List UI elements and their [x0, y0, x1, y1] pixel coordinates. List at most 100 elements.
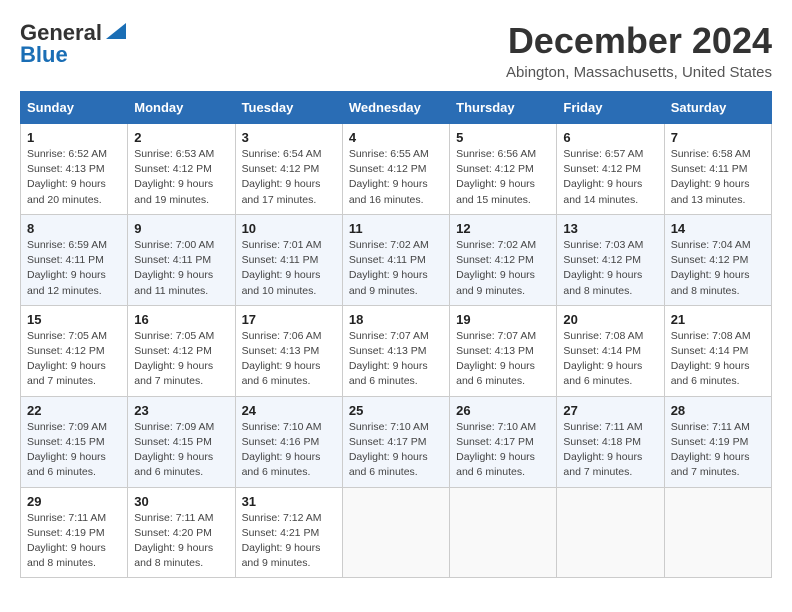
day-info: Sunrise: 6:54 AMSunset: 4:12 PMDaylight:… [242, 147, 336, 208]
week-row-2: 8 Sunrise: 6:59 AMSunset: 4:11 PMDaylight… [21, 214, 772, 305]
day-info: Sunrise: 6:58 AMSunset: 4:11 PMDaylight:… [671, 147, 765, 208]
day-info: Sunrise: 7:03 AMSunset: 4:12 PMDaylight:… [563, 238, 657, 299]
table-cell: 4Sunrise: 6:55 AMSunset: 4:12 PMDaylight… [342, 124, 449, 215]
day-number: 8 [27, 221, 121, 236]
day-number: 28 [671, 403, 765, 418]
day-number: 9 [134, 221, 228, 236]
day-number: 26 [456, 403, 550, 418]
day-info: Sunrise: 6:59 AMSunset: 4:11 PMDaylight:… [27, 238, 121, 299]
table-cell: 31 Sunrise: 7:12 AMSunset: 4:21 PMDayligh… [235, 487, 342, 578]
calendar-subtitle: Abington, Massachusetts, United States [506, 64, 772, 81]
day-number: 24 [242, 403, 336, 418]
week-row-3: 15 Sunrise: 7:05 AMSunset: 4:12 PMDayligh… [21, 305, 772, 396]
day-number: 10 [242, 221, 336, 236]
day-number: 25 [349, 403, 443, 418]
table-cell: 23Sunrise: 7:09 AMSunset: 4:15 PMDayligh… [128, 396, 235, 487]
week-row-4: 22Sunrise: 7:09 AMSunset: 4:15 PMDayligh… [21, 396, 772, 487]
day-info: Sunrise: 6:53 AMSunset: 4:12 PMDaylight:… [134, 147, 228, 208]
day-number: 16 [134, 312, 228, 327]
day-info: Sunrise: 7:01 AMSunset: 4:11 PMDaylight:… [242, 238, 336, 299]
day-info: Sunrise: 6:56 AMSunset: 4:12 PMDaylight:… [456, 147, 550, 208]
col-saturday: Saturday [664, 92, 771, 124]
logo: General Blue [20, 20, 126, 68]
day-number: 12 [456, 221, 550, 236]
table-cell: 7 Sunrise: 6:58 AMSunset: 4:11 PMDaylight… [664, 124, 771, 215]
table-cell: 30 Sunrise: 7:11 AMSunset: 4:20 PMDayligh… [128, 487, 235, 578]
day-info: Sunrise: 7:08 AMSunset: 4:14 PMDaylight:… [671, 329, 765, 390]
table-cell: 26Sunrise: 7:10 AMSunset: 4:17 PMDayligh… [450, 396, 557, 487]
day-info: Sunrise: 6:57 AMSunset: 4:12 PMDaylight:… [563, 147, 657, 208]
col-wednesday: Wednesday [342, 92, 449, 124]
day-number: 7 [671, 130, 765, 145]
day-info: Sunrise: 7:04 AMSunset: 4:12 PMDaylight:… [671, 238, 765, 299]
day-info: Sunrise: 7:05 AMSunset: 4:12 PMDaylight:… [27, 329, 121, 390]
day-number: 14 [671, 221, 765, 236]
table-cell: 29Sunrise: 7:11 AMSunset: 4:19 PMDayligh… [21, 487, 128, 578]
col-friday: Friday [557, 92, 664, 124]
table-cell [342, 487, 449, 578]
calendar-table: Sunday Monday Tuesday Wednesday Thursday… [20, 91, 772, 578]
table-cell: 24 Sunrise: 7:10 AMSunset: 4:16 PMDayligh… [235, 396, 342, 487]
table-cell: 12 Sunrise: 7:02 AMSunset: 4:12 PMDayligh… [450, 214, 557, 305]
week-row-1: 1 Sunrise: 6:52 AMSunset: 4:13 PMDaylight… [21, 124, 772, 215]
day-number: 17 [242, 312, 336, 327]
day-number: 5 [456, 130, 550, 145]
table-cell: 6Sunrise: 6:57 AMSunset: 4:12 PMDaylight… [557, 124, 664, 215]
day-number: 19 [456, 312, 550, 327]
table-cell: 18Sunrise: 7:07 AMSunset: 4:13 PMDayligh… [342, 305, 449, 396]
table-cell: 19Sunrise: 7:07 AMSunset: 4:13 PMDayligh… [450, 305, 557, 396]
day-number: 20 [563, 312, 657, 327]
table-cell: 17Sunrise: 7:06 AMSunset: 4:13 PMDayligh… [235, 305, 342, 396]
logo-icon [106, 23, 126, 39]
day-number: 23 [134, 403, 228, 418]
day-number: 2 [134, 130, 228, 145]
logo-blue: Blue [20, 42, 68, 68]
day-info: Sunrise: 7:05 AMSunset: 4:12 PMDaylight:… [134, 329, 228, 390]
day-info: Sunrise: 7:11 AMSunset: 4:20 PMDaylight:… [134, 511, 228, 572]
title-area: December 2024 Abington, Massachusetts, U… [506, 20, 772, 81]
table-cell: 21 Sunrise: 7:08 AMSunset: 4:14 PMDayligh… [664, 305, 771, 396]
day-number: 30 [134, 494, 228, 509]
col-sunday: Sunday [21, 92, 128, 124]
day-number: 27 [563, 403, 657, 418]
day-info: Sunrise: 6:55 AMSunset: 4:12 PMDaylight:… [349, 147, 443, 208]
table-cell: 13 Sunrise: 7:03 AMSunset: 4:12 PMDayligh… [557, 214, 664, 305]
day-info: Sunrise: 7:00 AMSunset: 4:11 PMDaylight:… [134, 238, 228, 299]
week-row-5: 29Sunrise: 7:11 AMSunset: 4:19 PMDayligh… [21, 487, 772, 578]
day-info: Sunrise: 7:02 AMSunset: 4:11 PMDaylight:… [349, 238, 443, 299]
table-cell: 5 Sunrise: 6:56 AMSunset: 4:12 PMDaylight… [450, 124, 557, 215]
table-cell: 22Sunrise: 7:09 AMSunset: 4:15 PMDayligh… [21, 396, 128, 487]
day-info: Sunrise: 6:52 AMSunset: 4:13 PMDaylight:… [27, 147, 121, 208]
table-cell: 11 Sunrise: 7:02 AMSunset: 4:11 PMDayligh… [342, 214, 449, 305]
table-cell: 9 Sunrise: 7:00 AMSunset: 4:11 PMDaylight… [128, 214, 235, 305]
table-cell: 15 Sunrise: 7:05 AMSunset: 4:12 PMDayligh… [21, 305, 128, 396]
day-info: Sunrise: 7:10 AMSunset: 4:17 PMDaylight:… [349, 420, 443, 481]
page-header: General Blue December 2024 Abington, Mas… [20, 20, 772, 81]
col-tuesday: Tuesday [235, 92, 342, 124]
table-cell: 14 Sunrise: 7:04 AMSunset: 4:12 PMDayligh… [664, 214, 771, 305]
table-cell: 20Sunrise: 7:08 AMSunset: 4:14 PMDayligh… [557, 305, 664, 396]
table-cell [450, 487, 557, 578]
table-cell: 27 Sunrise: 7:11 AMSunset: 4:18 PMDayligh… [557, 396, 664, 487]
col-monday: Monday [128, 92, 235, 124]
calendar-title: December 2024 [506, 20, 772, 62]
day-number: 31 [242, 494, 336, 509]
table-cell: 28Sunrise: 7:11 AMSunset: 4:19 PMDayligh… [664, 396, 771, 487]
day-info: Sunrise: 7:10 AMSunset: 4:16 PMDaylight:… [242, 420, 336, 481]
day-info: Sunrise: 7:12 AMSunset: 4:21 PMDaylight:… [242, 511, 336, 572]
day-info: Sunrise: 7:11 AMSunset: 4:18 PMDaylight:… [563, 420, 657, 481]
table-cell: 3 Sunrise: 6:54 AMSunset: 4:12 PMDaylight… [235, 124, 342, 215]
day-number: 21 [671, 312, 765, 327]
day-number: 11 [349, 221, 443, 236]
day-number: 1 [27, 130, 121, 145]
day-info: Sunrise: 7:02 AMSunset: 4:12 PMDaylight:… [456, 238, 550, 299]
day-number: 15 [27, 312, 121, 327]
day-number: 3 [242, 130, 336, 145]
day-info: Sunrise: 7:07 AMSunset: 4:13 PMDaylight:… [349, 329, 443, 390]
table-cell: 16 Sunrise: 7:05 AMSunset: 4:12 PMDayligh… [128, 305, 235, 396]
day-number: 13 [563, 221, 657, 236]
col-thursday: Thursday [450, 92, 557, 124]
day-number: 22 [27, 403, 121, 418]
day-number: 29 [27, 494, 121, 509]
table-cell [664, 487, 771, 578]
